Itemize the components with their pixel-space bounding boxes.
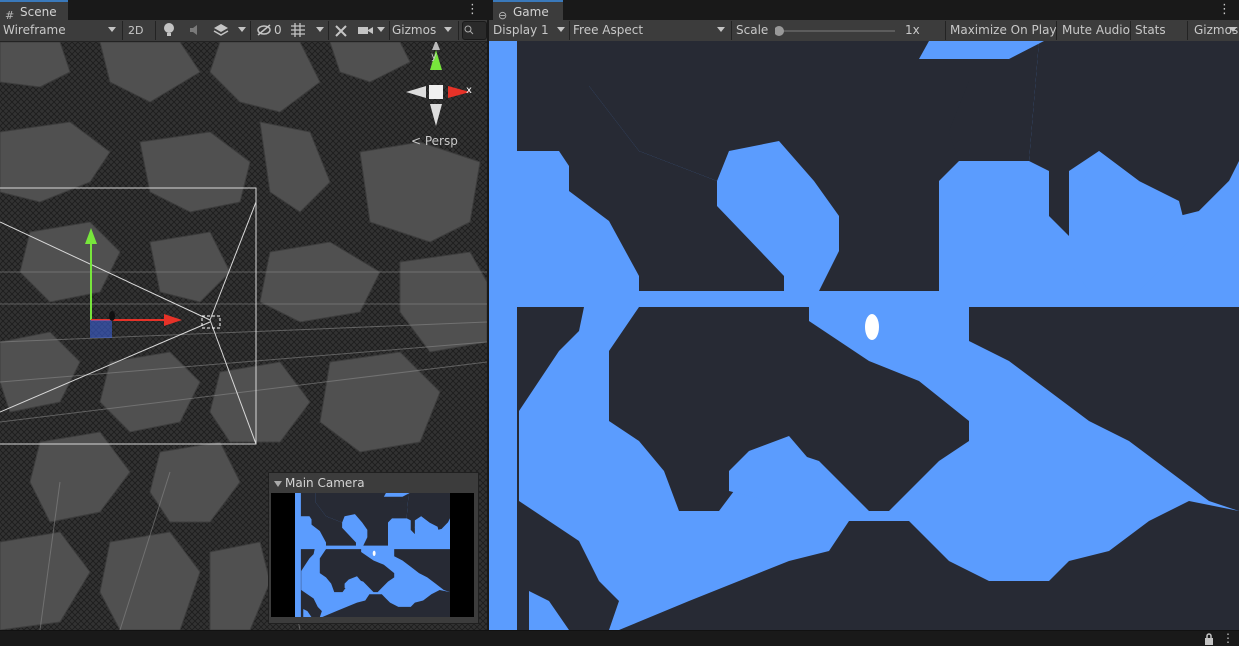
scene-search-input[interactable] bbox=[462, 21, 487, 40]
layers-icon bbox=[213, 24, 229, 36]
maximize-on-play-label: Maximize On Play bbox=[950, 23, 1057, 37]
tab-game-label: Game bbox=[513, 5, 549, 19]
scene-gizmos-label: Gizmos bbox=[392, 23, 437, 37]
stats-toggle[interactable]: Stats bbox=[1135, 21, 1166, 40]
render-mode-value: Wireframe bbox=[3, 23, 66, 37]
camera-preview-render bbox=[271, 493, 474, 617]
water-strip bbox=[295, 493, 301, 517]
hidden-count: 0 bbox=[274, 23, 282, 37]
axis-y-label: y bbox=[431, 51, 437, 62]
game-view[interactable] bbox=[489, 41, 1239, 630]
aspect-value: Free Aspect bbox=[573, 23, 644, 37]
scene-toolbar: Wireframe 2D 0 Gizmos bbox=[0, 20, 487, 42]
tab-game[interactable]: ⊖ Game bbox=[493, 0, 563, 22]
chevron-down-icon bbox=[557, 27, 565, 32]
divider bbox=[122, 21, 123, 40]
axis-x-label: x bbox=[466, 85, 472, 96]
game-panel: ⊖ Game ⋮ Display 1 Free Aspect Scale 1x … bbox=[489, 0, 1239, 630]
mute-audio-toggle[interactable]: Mute Audio bbox=[1062, 21, 1130, 40]
divider bbox=[945, 21, 946, 40]
divider bbox=[569, 21, 570, 40]
divider bbox=[250, 21, 251, 40]
stats-label: Stats bbox=[1135, 23, 1166, 37]
camera-preview: Main Camera bbox=[268, 472, 479, 624]
divider bbox=[458, 21, 459, 40]
lightbulb-icon bbox=[164, 23, 174, 36]
chevron-down-icon bbox=[108, 27, 116, 32]
grid-toggle[interactable] bbox=[290, 21, 328, 40]
water-strip bbox=[295, 549, 301, 617]
scene-more-icon[interactable]: ⋮ bbox=[466, 2, 479, 17]
tools-toggle[interactable] bbox=[333, 21, 349, 40]
display-dropdown[interactable]: Display 1 bbox=[493, 21, 567, 40]
scene-tabbar: # Scene ⋮ bbox=[0, 0, 487, 22]
aspect-dropdown[interactable]: Free Aspect bbox=[573, 21, 729, 40]
scale-label: Scale bbox=[736, 23, 769, 37]
divider bbox=[155, 21, 156, 40]
chevron-down-icon bbox=[1229, 27, 1237, 32]
visibility-toggle[interactable]: 0 bbox=[256, 21, 286, 40]
scale-slider[interactable] bbox=[774, 21, 899, 40]
scene-panel: # Scene ⋮ Wireframe 2D 0 Gizmos y x < Pe… bbox=[0, 0, 487, 630]
projection-toggle[interactable]: < Persp bbox=[411, 134, 458, 148]
camera-preview-view bbox=[271, 493, 474, 617]
water-channel bbox=[295, 545, 450, 550]
water-strip bbox=[489, 41, 517, 151]
chevron-down-icon bbox=[377, 27, 385, 32]
render-mode-dropdown[interactable]: Wireframe bbox=[3, 21, 118, 40]
lock-icon[interactable] bbox=[1203, 632, 1215, 646]
divider bbox=[1056, 21, 1057, 40]
audio-toggle[interactable] bbox=[188, 21, 204, 40]
grid-icon bbox=[291, 23, 305, 37]
divider bbox=[1187, 21, 1188, 40]
water-strip bbox=[489, 307, 517, 630]
game-toolbar: Display 1 Free Aspect Scale 1x Maximize … bbox=[489, 20, 1239, 42]
tab-scene-label: Scene bbox=[20, 5, 57, 19]
chevron-down-icon bbox=[717, 27, 725, 32]
camera-preview-header[interactable]: Main Camera bbox=[269, 473, 478, 491]
tab-scene[interactable]: # Scene bbox=[0, 0, 68, 22]
effects-toggle[interactable] bbox=[212, 21, 246, 40]
divider bbox=[328, 21, 329, 40]
wrench-icon bbox=[335, 25, 347, 37]
game-more-icon[interactable]: ⋮ bbox=[1218, 2, 1231, 17]
status-more-icon[interactable]: ⋮ bbox=[1222, 631, 1234, 645]
chevron-down-icon bbox=[238, 27, 246, 32]
game-tabbar: ⊖ Game ⋮ bbox=[489, 0, 1239, 22]
game-map bbox=[489, 41, 1239, 630]
scale-slider-thumb[interactable] bbox=[774, 26, 784, 36]
water-channel bbox=[489, 291, 1239, 307]
toggle-2d-button[interactable]: 2D bbox=[128, 21, 150, 40]
game-viewport[interactable] bbox=[489, 41, 1239, 630]
eye-slash-icon bbox=[257, 24, 271, 36]
toggle-2d-label: 2D bbox=[128, 24, 144, 37]
chevron-down-icon bbox=[316, 27, 324, 32]
player-sprite bbox=[372, 550, 376, 557]
scene-gizmos-dropdown[interactable]: Gizmos bbox=[392, 21, 456, 40]
speaker-icon bbox=[190, 25, 197, 35]
camera-preview-title: Main Camera bbox=[285, 476, 365, 490]
divider bbox=[389, 21, 390, 40]
maximize-on-play-toggle[interactable]: Maximize On Play bbox=[950, 21, 1057, 40]
scale-value: 1x bbox=[905, 23, 920, 37]
camera-icon bbox=[358, 27, 373, 34]
search-icon bbox=[464, 25, 474, 35]
status-bar: ⋮ bbox=[0, 630, 1239, 646]
divider bbox=[731, 21, 732, 40]
game-gizmos-dropdown[interactable]: Gizmos bbox=[1194, 21, 1238, 40]
display-value: Display 1 bbox=[493, 23, 549, 37]
mute-audio-label: Mute Audio bbox=[1062, 23, 1130, 37]
scene-camera-dropdown[interactable] bbox=[357, 21, 387, 40]
foldout-triangle-icon bbox=[274, 481, 282, 487]
lighting-toggle[interactable] bbox=[162, 21, 178, 40]
chevron-down-icon bbox=[444, 27, 452, 32]
scale-slider-track bbox=[774, 26, 895, 36]
camera-preview-map bbox=[295, 493, 450, 617]
player-sprite bbox=[865, 314, 879, 340]
divider bbox=[1130, 21, 1131, 40]
